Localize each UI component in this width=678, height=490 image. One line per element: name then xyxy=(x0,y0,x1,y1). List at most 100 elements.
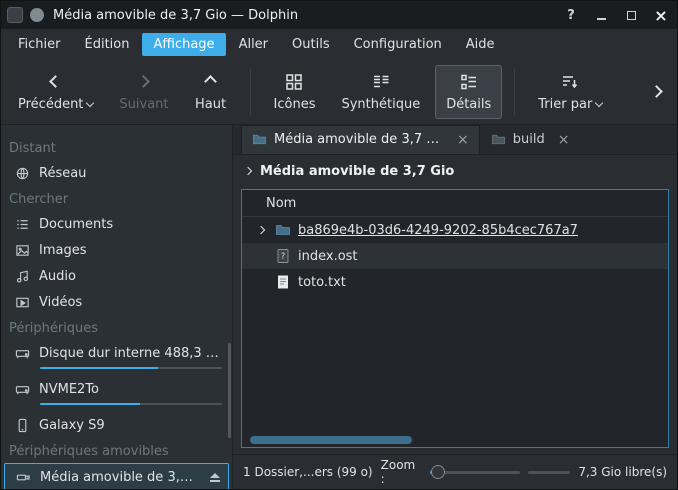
menu-edition[interactable]: Édition xyxy=(74,33,141,56)
up-button[interactable]: Haut xyxy=(184,65,238,119)
compact-view-icon xyxy=(372,72,390,92)
forward-button[interactable]: Suivant xyxy=(108,65,179,119)
sort-by-label: Trier par xyxy=(538,97,592,112)
file-view[interactable]: Nom ba869e4b-03d6-4249-9202-85b4cec767a7… xyxy=(241,189,669,448)
zoom-slider[interactable] xyxy=(430,464,520,480)
image-icon xyxy=(15,243,30,258)
phone-icon xyxy=(15,418,30,433)
window-controls: ? × xyxy=(561,5,671,25)
capacity-bar xyxy=(40,403,222,405)
maximize-icon[interactable] xyxy=(621,5,641,25)
toolbar-separator xyxy=(250,68,251,116)
details-view-icon xyxy=(460,72,478,92)
toolbar-overflow-button[interactable] xyxy=(642,59,671,124)
details-view-button[interactable]: Détails xyxy=(435,65,502,119)
capacity-bar xyxy=(40,367,222,369)
minimize-icon[interactable] xyxy=(591,5,611,25)
file-name[interactable]: index.ost xyxy=(298,249,358,264)
eject-icon[interactable] xyxy=(210,473,220,482)
breadcrumb-chevron-icon[interactable] xyxy=(244,167,252,175)
menu-outils[interactable]: Outils xyxy=(281,33,341,56)
back-label: Précédent xyxy=(18,97,83,112)
place-audio[interactable]: Audio xyxy=(1,263,232,289)
toolbar: Précédent Suivant Haut Icônes Synthétiqu… xyxy=(1,59,677,125)
details-view-label: Détails xyxy=(446,97,491,112)
menu-affichage[interactable]: Affichage xyxy=(142,33,225,56)
section-header-peripheriques: Périphériques xyxy=(1,315,232,340)
view-container: Nom ba869e4b-03d6-4249-9202-85b4cec767a7… xyxy=(233,187,677,454)
up-icon xyxy=(204,75,217,88)
back-dropdown-icon xyxy=(86,98,94,106)
icons-view-button[interactable]: Icônes xyxy=(263,65,327,119)
forward-icon xyxy=(138,75,151,88)
file-name[interactable]: ba869e4b-03d6-4249-9202-85b4cec767a7 xyxy=(298,223,578,238)
device-nvme2to[interactable]: NVME2To xyxy=(1,376,232,412)
menu-configuration[interactable]: Configuration xyxy=(343,33,453,56)
tab-build[interactable]: build × xyxy=(480,125,581,154)
status-bar: 1 Dossier,...ers (99 o) Zoom : 7,3 Gio l… xyxy=(233,454,677,489)
video-icon xyxy=(15,295,30,310)
app-icon xyxy=(7,7,23,23)
main-panel: Média amovible de 3,7 Gio × build × Médi… xyxy=(233,125,677,489)
icons-view-label: Icônes xyxy=(274,97,316,112)
section-header-chercher: Chercher xyxy=(1,186,232,211)
free-space-indicator: 7,3 Gio libre(s) xyxy=(528,465,667,479)
zoom-label: Zoom : xyxy=(381,458,423,486)
menu-aide[interactable]: Aide xyxy=(455,33,506,56)
audio-icon xyxy=(15,269,30,284)
harddrive-icon xyxy=(15,346,30,361)
menu-aller[interactable]: Aller xyxy=(228,33,279,56)
place-documents[interactable]: Documents xyxy=(1,211,232,237)
sort-dropdown-icon xyxy=(595,98,603,106)
unknown-file-icon: ? xyxy=(275,248,291,264)
tab-close-icon[interactable]: × xyxy=(457,132,469,148)
compact-view-label: Synthétique xyxy=(341,97,420,112)
svg-text:?: ? xyxy=(281,252,286,262)
sort-by-button[interactable]: Trier par xyxy=(527,65,613,119)
harddrive-icon xyxy=(15,382,30,397)
section-header-distant: Distant xyxy=(1,135,232,160)
tab-close-icon[interactable]: × xyxy=(558,132,570,148)
compact-view-button[interactable]: Synthétique xyxy=(330,65,431,119)
device-galaxy-s9[interactable]: Galaxy S9 xyxy=(1,412,232,438)
file-row-index-ost[interactable]: ? index.ost xyxy=(242,243,668,269)
breadcrumb[interactable]: Média amovible de 3,7 Gio xyxy=(233,155,677,187)
free-space-text: 7,3 Gio libre(s) xyxy=(578,465,667,479)
menu-fichier[interactable]: Fichier xyxy=(7,33,72,56)
free-space-bar xyxy=(528,471,570,474)
network-icon xyxy=(15,166,30,181)
icons-view-icon xyxy=(285,72,303,92)
expand-arrow-icon[interactable] xyxy=(254,227,268,233)
back-button[interactable]: Précédent xyxy=(7,65,104,119)
column-header-nom[interactable]: Nom xyxy=(242,190,668,217)
tab-bar: Média amovible de 3,7 Gio × build × xyxy=(233,125,677,155)
items-summary: 1 Dossier,...ers (99 o) xyxy=(243,465,373,479)
content-area: Distant Réseau Chercher Documents Images xyxy=(1,125,677,489)
tab-media-amovible[interactable]: Média amovible de 3,7 Gio × xyxy=(241,125,480,154)
breadcrumb-location[interactable]: Média amovible de 3,7 Gio xyxy=(260,164,454,179)
device-media-amovible[interactable]: Média amovible de 3,7 ... xyxy=(4,463,229,489)
file-name[interactable]: toto.txt xyxy=(298,275,346,290)
place-videos[interactable]: Vidéos xyxy=(1,289,232,315)
folder-icon xyxy=(252,132,267,147)
horizontal-scrollbar[interactable] xyxy=(244,436,666,444)
file-row-toto-txt[interactable]: toto.txt xyxy=(242,269,668,295)
place-images[interactable]: Images xyxy=(1,237,232,263)
back-icon xyxy=(49,75,62,88)
column-header-label: Nom xyxy=(266,196,296,211)
device-disque-interne[interactable]: Disque dur interne 488,3 G... xyxy=(1,340,232,376)
up-label: Haut xyxy=(195,97,226,112)
help-icon[interactable]: ? xyxy=(561,5,581,25)
overflow-chevron-icon xyxy=(650,85,663,98)
scrollbar-thumb[interactable] xyxy=(250,436,412,444)
sidebar-scrollbar[interactable] xyxy=(228,343,231,438)
zoom-slider-handle[interactable] xyxy=(431,465,445,479)
document-icon xyxy=(15,217,30,232)
folder-icon xyxy=(491,132,506,147)
file-row-folder[interactable]: ba869e4b-03d6-4249-9202-85b4cec767a7 xyxy=(242,217,668,243)
place-reseau[interactable]: Réseau xyxy=(1,160,232,186)
places-panel: Distant Réseau Chercher Documents Images xyxy=(1,125,233,489)
menubar: Fichier Édition Affichage Aller Outils C… xyxy=(1,29,677,59)
sort-icon xyxy=(561,72,579,92)
close-icon[interactable]: × xyxy=(651,5,671,25)
